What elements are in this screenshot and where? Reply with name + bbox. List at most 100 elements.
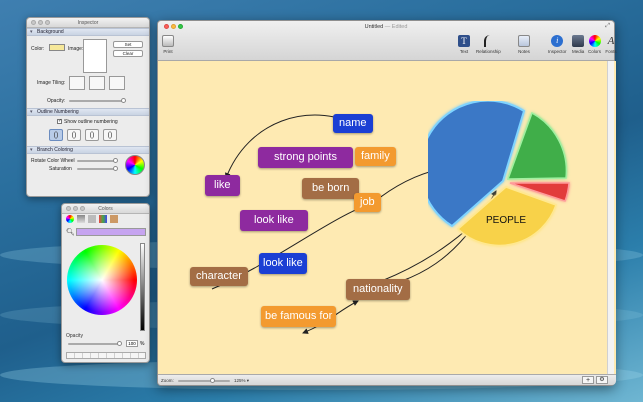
opacity-value-field[interactable]: 100 <box>126 340 138 347</box>
print-toolbar-item[interactable]: Print <box>162 35 174 54</box>
tiling-option-2[interactable] <box>89 76 105 90</box>
numbering-style-4[interactable]: () <box>103 129 117 141</box>
background-image-well[interactable] <box>83 39 107 73</box>
node-label: name <box>339 117 367 129</box>
mindmap-canvas[interactable]: PEOPLE name strong points family like be… <box>158 61 616 376</box>
numbering-style-3[interactable]: () <box>85 129 99 141</box>
numbering-style-1[interactable]: () <box>49 129 63 141</box>
branch-color-wheel[interactable] <box>125 155 145 175</box>
print-label: Print <box>163 49 173 54</box>
palettes-mode-icon[interactable] <box>88 215 96 223</box>
color-wheel-mode-icon[interactable] <box>66 215 74 223</box>
mindmap-node[interactable]: look like <box>259 253 307 274</box>
colors-title: Colors <box>98 206 113 212</box>
text-toolbar-item[interactable]: T Text <box>458 35 470 54</box>
saturation-slider[interactable] <box>77 168 117 170</box>
info-icon: i <box>551 35 564 47</box>
color-wheel[interactable] <box>67 245 137 315</box>
crayons-icon[interactable] <box>110 215 118 223</box>
options-button[interactable]: ⚙ <box>596 376 608 384</box>
window-title: Untitled — Edited <box>158 24 614 30</box>
zoom-slider[interactable] <box>178 380 230 382</box>
mindmap-node[interactable]: family <box>355 147 396 166</box>
background-color-well[interactable] <box>49 44 65 51</box>
zoom-value-menu[interactable]: 125% ▾ <box>234 378 249 384</box>
branch-coloring-section-header[interactable]: Branch Coloring <box>27 146 149 154</box>
mindmap-node[interactable]: character <box>190 267 248 286</box>
media-toolbar-item[interactable]: Media <box>572 35 584 54</box>
color-label: Color: <box>31 46 45 52</box>
notes-toolbar-item[interactable]: Notes <box>518 35 530 54</box>
node-label: be famous for <box>265 310 333 322</box>
node-label: job <box>360 196 375 208</box>
fullscreen-icon[interactable]: ⤢ <box>605 23 610 30</box>
notes-icon <box>518 35 530 47</box>
zoom-slider-knob[interactable] <box>210 378 215 383</box>
inspector-toolbar-item[interactable]: i Inspector <box>548 35 567 54</box>
text-tool-icon: T <box>458 35 470 47</box>
numbering-style-2[interactable]: () <box>67 129 81 141</box>
set-image-button[interactable]: Set <box>113 41 143 48</box>
status-bar: Zoom: 125% ▾ + ⚙ <box>158 374 616 385</box>
color-swatches[interactable] <box>66 352 146 359</box>
edited-status: — Edited <box>384 24 408 30</box>
relationship-toolbar-item[interactable]: Relationship <box>476 35 501 54</box>
relationship-label: Relationship <box>476 49 501 54</box>
opacity-unit: % <box>140 341 145 347</box>
pie-label: PEOPLE <box>486 215 527 226</box>
show-numbering-checkbox[interactable] <box>57 118 62 125</box>
people-pie-chart[interactable] <box>428 101 578 251</box>
show-numbering-label: Show outline numbering <box>64 119 118 125</box>
node-label: strong points <box>274 151 337 163</box>
rotate-wheel-slider[interactable] <box>77 160 117 162</box>
vertical-scrollbar[interactable] <box>607 61 614 376</box>
node-label: like <box>214 179 231 191</box>
saturation-label: Saturation <box>49 166 72 172</box>
text-label: Text <box>459 49 469 54</box>
magnifier-icon[interactable]: 🔍︎ <box>66 228 75 236</box>
brightness-slider[interactable] <box>140 243 145 331</box>
node-label: look like <box>254 214 294 226</box>
opacity-slider-knob[interactable] <box>121 98 126 103</box>
mindmap-node[interactable]: job <box>354 193 381 212</box>
tiling-option-1[interactable] <box>69 76 85 90</box>
mindmap-node[interactable]: strong points <box>258 147 353 168</box>
image-label: Image: <box>68 46 84 52</box>
rotate-wheel-knob[interactable] <box>113 158 118 163</box>
opacity-slider[interactable] <box>69 100 125 102</box>
main-window: Untitled — Edited ⤢ Print T Text Relatio… <box>157 20 617 386</box>
mindmap-node[interactable]: be born <box>302 178 360 199</box>
relationship-icon <box>484 35 492 47</box>
colors-titlebar: Colors <box>62 204 149 214</box>
clear-image-button[interactable]: Clear <box>113 50 143 57</box>
saturation-knob[interactable] <box>113 166 118 171</box>
color-wheel-icon <box>588 35 601 47</box>
mindmap-node[interactable]: nationality <box>346 279 410 300</box>
mindmap-node[interactable]: look like <box>240 210 308 231</box>
colors-opacity-slider[interactable] <box>68 343 120 345</box>
add-button[interactable]: + <box>582 376 594 384</box>
inspector-label: Inspector <box>548 49 567 54</box>
inspector-panel: Inspector Background Color: Image: Set C… <box>26 17 150 197</box>
tiling-option-3[interactable] <box>109 76 125 90</box>
printer-icon <box>162 35 174 47</box>
fonts-toolbar-item[interactable]: A Fonts <box>605 35 617 54</box>
sliders-mode-icon[interactable] <box>77 215 85 223</box>
colors-mode-toolbar <box>66 215 118 223</box>
colors-panel: Colors 🔍︎ Opacity 100 % <box>61 203 150 363</box>
fonts-label: Fonts <box>605 49 617 54</box>
window-toolbar: Untitled — Edited ⤢ Print T Text Relatio… <box>158 21 617 61</box>
mindmap-node[interactable]: like <box>205 175 240 196</box>
notes-label: Notes <box>518 49 530 54</box>
show-numbering-row[interactable]: Show outline numbering <box>57 118 118 125</box>
colors-toolbar-item[interactable]: Colors <box>588 35 601 54</box>
image-palettes-icon[interactable] <box>99 215 107 223</box>
mindmap-node[interactable]: name <box>333 114 373 133</box>
colors-opacity-label: Opacity <box>66 333 83 339</box>
colors-opacity-knob[interactable] <box>117 341 122 346</box>
background-section-header[interactable]: Background <box>27 28 149 36</box>
inspector-titlebar: Inspector <box>27 18 149 28</box>
outline-numbering-section-header[interactable]: Outline Numbering <box>27 108 149 116</box>
mindmap-node[interactable]: be famous for <box>261 306 337 327</box>
colors-label: Colors <box>588 49 602 54</box>
